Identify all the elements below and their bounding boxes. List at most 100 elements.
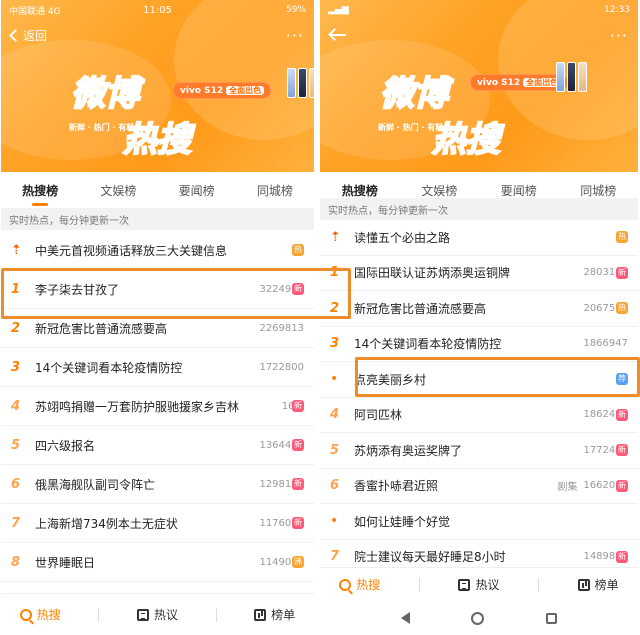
topic-title: 苏翊鸣捐赠一万套防护服驰援家乡吉林 [35,399,240,414]
realtime-subheader: 实时热点，每分钟更新一次 [1,208,314,230]
tab-news[interactable]: 要闻榜 [499,182,539,199]
hot-search-row[interactable]: 3 14个关键词看本轮疫情防控 1866947 [320,327,638,362]
topic-title: 世界睡眠日 [35,555,96,570]
bottom-nav-discussion[interactable]: 热议 [136,606,178,623]
hot-search-row[interactable]: ⇡ 读懂五个必由之路 热 [320,220,638,256]
hot-search-row[interactable]: 2 新冠危害比普通流感要高 2067566 热 [320,291,638,327]
tab-entertainment[interactable]: 文娱榜 [419,182,459,199]
bottom-nav-discussion[interactable]: 热议 [458,576,499,593]
topic-title: 14个关键词看本轮疫情防控 [354,337,502,352]
status-badge: 热 [292,244,304,256]
topic-title: 李子柒去甘孜了 [35,282,120,297]
promo-model: vivo S12 [477,78,521,88]
topic-title: 阿司匹林 [354,408,403,423]
search-icon [339,578,352,591]
hot-search-row[interactable]: 8 世界睡眠日 1149056 沸 [1,543,314,582]
promoted-dot: • [330,371,339,388]
status-badge: 新 [616,550,628,563]
topic-title: 新冠危害比普通流感要高 [354,301,487,316]
status-badge: 新 [616,444,628,457]
divider [98,607,100,622]
hot-search-row[interactable]: 6 俄黑海舰队副司令阵亡 1298106 新 [1,465,314,504]
tab-hot-search[interactable]: 热搜榜 [340,182,380,199]
topic-title: 俄黑海舰队副司令阵亡 [35,477,156,492]
heat-count: 1866947 [583,338,628,350]
vivo-promo[interactable]: vivo S12 全面出色 [470,74,569,91]
hot-search-row[interactable]: 2 新冠危害比普通流感要高 2269813 [1,309,314,348]
system-back-icon[interactable] [400,612,410,624]
status-badge: 热 [616,302,628,315]
topic-title: 中美元首视频通话释放三大关键信息 [35,243,228,258]
weibo-hot-logo: 微博 热搜 新鲜 · 热门 · 有料 [63,58,263,168]
logo-line1: 微博 [70,73,140,115]
status-badge: 热 [616,231,628,244]
hot-search-row[interactable]: 5 四六级报名 1364405 新 [1,426,314,465]
tab-local[interactable]: 同城榜 [255,182,295,199]
bottom-nav-hot-search[interactable]: 热搜 [19,606,61,623]
divider [418,577,420,592]
hot-search-row[interactable]: 3 14个关键词看本轮疫情防控 1722800 [1,348,314,387]
hot-search-row[interactable]: 5 苏炳添有奥运奖牌了 1772445 新 [320,433,638,469]
system-home-icon[interactable] [471,611,485,625]
system-nav-bar [320,601,638,635]
hot-search-row[interactable]: 7 上海新增734例本土无症状 1176008 新 [1,504,314,543]
bottom-nav-rankings[interactable]: 榜单 [577,576,619,593]
hot-search-row[interactable]: 1 李子柒去甘孜了 3224956 新 [1,270,314,309]
tab-news[interactable]: 要闻榜 [177,182,217,199]
status-badge: 新 [292,517,304,529]
divider [215,607,217,622]
rank-number: 8 [11,554,21,570]
hot-search-row[interactable]: 1 国际田联认证苏炳添奥运铜牌 2803143 新 [320,256,638,291]
bottom-nav-rankings[interactable]: 榜单 [254,606,295,623]
status-badge: 沸 [292,556,304,568]
rank-number: 5 [330,442,340,458]
bottom-nav-label: 热议 [475,578,500,592]
phone-product-image [556,62,587,92]
tab-local[interactable]: 同城榜 [578,182,618,199]
hot-search-row[interactable]: ⇡ 中美元首视频通话释放三大关键信息 热 [1,231,314,270]
search-icon [19,608,32,621]
topic-title: 香蜜扑哧君近照 [354,479,439,494]
carrier-label: 中国联通 4G [9,6,61,17]
signal-icon: ▂▄▆ [328,5,349,15]
tab-entertainment[interactable]: 文娱榜 [98,182,138,199]
topic-title: 新冠危害比普通流感要高 [35,321,168,336]
topic-title: 14个关键词看本轮疫情防控 [35,360,183,375]
status-badge: 新 [616,266,628,279]
topic-title: 如何让娃睡个好觉 [354,514,451,529]
status-badge: 新 [292,439,304,451]
system-recents-icon[interactable] [546,612,558,624]
hot-search-list: ⇡ 中美元首视频通话释放三大关键信息热 1 李子柒去甘孜了 3224956 新 2 新冠危害比… [1,231,314,582]
topic-title: 上海新增734例本土无症状 [35,516,178,531]
tab-hot-search[interactable]: 热搜榜 [20,182,60,199]
more-button[interactable]: ··· [286,26,304,45]
hot-search-row[interactable]: 6 香蜜扑哧君近照 剧集 1662035 新 [320,469,638,504]
rank-number: 7 [11,515,21,531]
hot-search-list: ⇡ 读懂五个必由之路热 1 国际田联认证苏炳添奥运铜牌 2803143 新 2 新冠危害比普通… [320,220,638,575]
hot-search-row[interactable]: 4苏翊鸣捐赠一万套防护服驰援家乡吉林16...新 [1,387,314,426]
rank-number: 3 [330,336,340,352]
back-button[interactable]: 返回 [9,27,48,44]
promo-model: vivo S12 [180,86,224,96]
rank-number: 2 [330,300,340,316]
ranking-tabs: 热搜榜 文娱榜 要闻榜 同城榜 [1,172,314,208]
promoted-dot: • [330,513,339,530]
slogan: 新鲜 · 热门 · 有料 [69,123,135,132]
bottom-nav-hot-search[interactable]: 热搜 [339,576,380,593]
promo-tagline: 全面出色 [226,86,265,95]
topic-title: 点亮美丽乡村 [354,372,427,387]
hot-search-row[interactable]: • 点亮美丽乡村 荐 [320,362,638,398]
vivo-promo[interactable]: vivo S12 全面出色 [173,82,272,99]
hot-search-row[interactable]: • 如何让娃睡个好觉 [320,504,638,540]
chart-icon [577,578,590,591]
heat-count: 2269813 [259,322,304,334]
status-bar: 中国联通 4G 11:05 59% [1,0,314,20]
more-button[interactable]: ··· [610,26,628,45]
back-arrow-icon[interactable] [330,34,346,36]
hot-search-row[interactable]: 4 阿司匹林 1862404 新 [320,398,638,433]
topic-title: 院士建议每天最好睡足8小时 [354,550,506,565]
rank-number: 1 [11,281,21,297]
back-label: 返回 [23,28,48,43]
phone-product-image [287,68,314,98]
realtime-subheader: 实时热点，每分钟更新一次 [320,198,638,220]
